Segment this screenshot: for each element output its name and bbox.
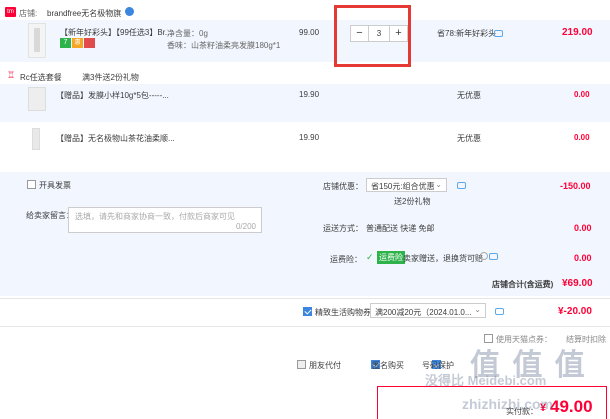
chevron-down-icon: ⌄: [474, 305, 481, 314]
chat-icon[interactable]: [495, 308, 504, 315]
message-placeholder: 选填，请先和商家协商一致，付款后商家可见: [75, 212, 235, 221]
shipping-amount: 0.00: [574, 223, 592, 233]
gift-name[interactable]: 【赠品】无名极物山茶花油柔顺...: [56, 133, 175, 144]
friend-pay-label: 朋友代付: [309, 361, 341, 370]
store-verified-icon: [125, 7, 134, 16]
shipping-value: 普通配送 快递 免邮: [366, 224, 435, 233]
gift-thumbnail[interactable]: [28, 87, 46, 111]
gift-thumbnail[interactable]: [32, 128, 40, 150]
gift-icon: ♖: [7, 70, 16, 80]
shipping-label: 运送方式：: [323, 224, 363, 233]
badge-seven: 7: [60, 38, 71, 48]
invoice-label: 开具发票: [39, 181, 71, 190]
shop-discount-label: 店铺优惠：: [323, 182, 363, 191]
chat-icon[interactable]: [489, 253, 498, 260]
coupon-label: 精致生活购物券: [315, 308, 371, 317]
coupon-select[interactable]: 满200减20元（2024.01.0... ⌄: [370, 303, 486, 318]
gift-price: 19.90: [299, 133, 320, 142]
gift-subtotal: 0.00: [574, 90, 590, 99]
pay-amount: 49.00: [550, 397, 593, 416]
coupon-amount: ¥-20.00: [558, 306, 592, 317]
invoice-checkbox[interactable]: [27, 180, 36, 189]
message-counter: 0/200: [235, 222, 256, 231]
help-icon[interactable]: [480, 252, 488, 260]
chevron-down-icon: ⌄: [435, 180, 442, 189]
store-total-amount: ¥69.00: [562, 278, 593, 289]
gift-subtotal: 0.00: [574, 133, 590, 142]
chat-icon[interactable]: [457, 182, 466, 189]
insurance-label: 运费险：: [330, 255, 362, 264]
checkout-page: tm 店铺: brandfree无名极物旗 【新年好彩头】【99任选3】Br..…: [0, 0, 610, 419]
unit-price: 99.00: [299, 28, 320, 37]
gift-promo: 无优惠: [457, 91, 481, 100]
store-total-label: 店铺合计(含运费): [492, 280, 554, 289]
badge-flag-icon: [84, 38, 95, 48]
insurance-amount: 0.00: [574, 253, 592, 263]
product-title[interactable]: 【新年好彩头】【99任选3】Br...: [60, 27, 172, 38]
shop-discount-amount: -150.00: [560, 181, 591, 191]
anonymous-label: 匿名购买: [372, 361, 404, 370]
gift-promo: 无优惠: [457, 134, 481, 143]
promo-text: 省78:新年好彩头: [437, 29, 497, 38]
highlight-box: [334, 5, 411, 67]
store-name[interactable]: brandfree无名极物旗: [47, 8, 121, 19]
spec-volume: 净含量：0g: [167, 29, 208, 38]
tmall-icon: tm: [5, 7, 16, 17]
message-label: 给卖家留言：: [26, 211, 74, 220]
badge-discount: 惠: [72, 38, 83, 48]
store-prefix: 店铺:: [19, 9, 38, 18]
product-thumbnail[interactable]: [28, 23, 46, 58]
message-textarea[interactable]: 选填，请先和商家协商一致，付款后商家可见 0/200: [68, 207, 262, 233]
bundle-title: Rc任选套餐: [20, 73, 62, 82]
shop-discount-note: 送2份礼物: [394, 197, 431, 206]
insurance-badge: 运费险: [377, 251, 405, 264]
order-options-panel: [0, 172, 610, 296]
coupon-checkbox[interactable]: [303, 307, 312, 316]
bundle-desc: 满3件送2份礼物: [82, 73, 139, 82]
watermark-line1: 没得比 Meidebi.com: [425, 373, 547, 388]
gift-price: 19.90: [299, 90, 320, 99]
friend-pay-checkbox[interactable]: [297, 360, 306, 369]
shop-discount-select[interactable]: 省150元:组合优惠 ⌄: [366, 178, 447, 192]
chat-icon[interactable]: [494, 30, 503, 37]
watermark-line2: zhizhizhi.com: [462, 396, 553, 412]
shop-discount-value: 省150元:组合优惠: [371, 182, 435, 191]
spec-scent: 香味：山茶籽油柔亮发膜180g*1: [167, 41, 281, 50]
check-icon: ✓: [366, 252, 374, 262]
coupon-value: 满200减20元（2024.01.0...: [375, 308, 472, 317]
item-subtotal: 219.00: [562, 27, 593, 38]
insurance-text: 卖家赠送，退换货可赔: [403, 254, 483, 263]
gift-name[interactable]: 【赠品】发膜小样10g*5包-----...: [56, 90, 169, 101]
